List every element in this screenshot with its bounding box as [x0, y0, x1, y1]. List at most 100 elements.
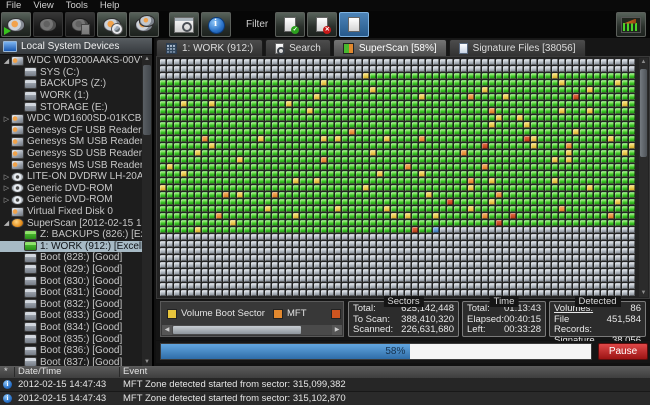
tree-item-boot-836-good[interactable]: Boot (836:) [Good]: [0, 345, 142, 357]
scan-cell: [384, 199, 390, 205]
scroll-thumb[interactable]: [173, 326, 301, 334]
log-row[interactable]: i2012-02-15 14:47:43MFT Zone detected st…: [0, 392, 650, 405]
statistics-button[interactable]: [616, 12, 646, 37]
scan-map[interactable]: [160, 59, 636, 297]
tree-item-boot-834-good[interactable]: Boot (834:) [Good]: [0, 322, 142, 334]
tree-item-z-backups-826-excell[interactable]: Z: BACKUPS (826:) [Excell...: [0, 229, 142, 241]
scan-cell: [160, 108, 166, 114]
tree-item-genesys-sm-usb-reader[interactable]: Genesys SM USB Reader: [0, 136, 142, 148]
scan-cell: [300, 192, 306, 198]
tab-search[interactable]: Search: [265, 39, 331, 56]
scan-cell: [524, 276, 530, 282]
menu-file[interactable]: File: [0, 0, 27, 11]
scan-cell: [237, 220, 243, 226]
scroll-left-icon[interactable]: ◀: [162, 325, 172, 335]
scan-cell: [223, 108, 229, 114]
scroll-thumb[interactable]: [143, 65, 151, 135]
menu-help[interactable]: Help: [94, 0, 126, 11]
tree-item-virtual-fixed-disk-0[interactable]: Virtual Fixed Disk 0: [0, 206, 142, 218]
tree-item-genesys-sd-usb-reader[interactable]: Genesys SD USB Reader: [0, 148, 142, 160]
tree-item-generic-dvd-rom[interactable]: ▷Generic DVD-ROM: [0, 183, 142, 195]
tree-item-boot-832-good[interactable]: Boot (832:) [Good]: [0, 298, 142, 310]
superscan-button[interactable]: [97, 12, 127, 37]
scan-cell: [608, 192, 614, 198]
tree-item-boot-829-good[interactable]: Boot (829:) [Good]: [0, 264, 142, 276]
scroll-up-icon[interactable]: ▲: [639, 58, 648, 66]
legend-scrollbar[interactable]: ◀ ▶: [162, 325, 342, 335]
menu-view[interactable]: View: [27, 0, 59, 11]
tree-item-boot-830-good[interactable]: Boot (830:) [Good]: [0, 275, 142, 287]
expanded-expander-icon[interactable]: ◢: [2, 219, 11, 227]
scan-cell: [223, 283, 229, 289]
tree-item-storage-e[interactable]: STORAGE (E:): [0, 101, 142, 113]
tree-item-genesys-cf-usb-reader[interactable]: Genesys CF USB Reader: [0, 125, 142, 137]
filter-all-button[interactable]: [339, 12, 369, 37]
scroll-right-icon[interactable]: ▶: [332, 325, 342, 335]
disk-image-button[interactable]: [33, 12, 63, 37]
tree-item-1-work-912-excellent[interactable]: 1: WORK (912:) [Excellent]: [0, 241, 142, 253]
tree-item-boot-833-good[interactable]: Boot (833:) [Good]: [0, 310, 142, 322]
scan-cell: [538, 171, 544, 177]
device-tree-scrollbar[interactable]: ▲ ▼: [142, 55, 152, 366]
scan-cell: [475, 234, 481, 240]
collapsed-expander-icon[interactable]: ▷: [2, 184, 11, 192]
disk-export-button[interactable]: [65, 12, 95, 37]
filter-include-button[interactable]: ✓: [275, 12, 305, 37]
tree-item-boot-837-good[interactable]: Boot (837:) [Good]: [0, 356, 142, 366]
tree-item-sys-c[interactable]: SYS (C:): [0, 67, 142, 79]
scan-cell: [349, 129, 355, 135]
scan-cell: [398, 227, 404, 233]
menu-tools[interactable]: Tools: [60, 0, 94, 11]
scan-cell: [237, 178, 243, 184]
tree-item-label: Genesys SM USB Reader: [27, 136, 142, 147]
scroll-down-icon[interactable]: ▼: [639, 289, 648, 297]
tab-1-work-912[interactable]: 1: WORK (912:): [156, 39, 263, 56]
scroll-thumb[interactable]: [640, 69, 647, 157]
scan-cell: [349, 94, 355, 100]
scan-cell: [244, 108, 250, 114]
scan-map-scrollbar[interactable]: ▲ ▼: [639, 58, 648, 297]
tree-item-backups-z[interactable]: BACKUPS (Z:): [0, 78, 142, 90]
tree-item-boot-835-good[interactable]: Boot (835:) [Good]: [0, 333, 142, 345]
tree-item-superscan-2012-02-15-13-59[interactable]: ◢SuperScan [2012-02-15 13:59...: [0, 217, 142, 229]
tree-item-lite-on-dvdrw-lh-20a1s[interactable]: ▷LITE-ON DVDRW LH-20A1S: [0, 171, 142, 183]
tree-item-work-1[interactable]: WORK (1:): [0, 90, 142, 102]
scan-cell: [181, 108, 187, 114]
log-row[interactable]: i2012-02-15 14:47:43MFT Zone detected st…: [0, 378, 650, 392]
pause-button[interactable]: Pause: [598, 343, 648, 360]
preview-button[interactable]: [169, 12, 199, 37]
tree-item-wdc-wd3200aaks-00vya0[interactable]: ◢WDC WD3200AAKS-00VYA0: [0, 55, 142, 67]
scan-cell: [573, 262, 579, 268]
tree-item-generic-dvd-rom[interactable]: ▷Generic DVD-ROM: [0, 194, 142, 206]
tree-item-boot-828-good[interactable]: Boot (828:) [Good]: [0, 252, 142, 264]
scan-cell: [503, 87, 509, 93]
log-column-icon[interactable]: *: [4, 366, 8, 378]
expanded-expander-icon[interactable]: ◢: [2, 57, 11, 65]
collapsed-expander-icon[interactable]: ▷: [2, 196, 11, 204]
log-event: MFT Zone detected started from sector: 3…: [123, 392, 346, 405]
info-button[interactable]: [201, 12, 231, 37]
collapsed-expander-icon[interactable]: ▷: [2, 173, 11, 181]
scan-cell: [230, 255, 236, 261]
open-disk-button[interactable]: [1, 12, 31, 37]
log-column-event[interactable]: Event: [123, 366, 147, 378]
open-all-disks-button[interactable]: [129, 12, 159, 37]
tab-signature-files-38056[interactable]: Signature Files [38056]: [449, 39, 586, 56]
tree-item-wdc-wd1600sd-01kcb0[interactable]: ▷WDC WD1600SD-01KCB0: [0, 113, 142, 125]
scan-cell: [398, 262, 404, 268]
tree-item-boot-831-good[interactable]: Boot (831:) [Good]: [0, 287, 142, 299]
collapsed-expander-icon[interactable]: ▷: [2, 115, 11, 123]
log-column-datetime[interactable]: Date/Time: [18, 366, 61, 378]
scan-cell: [286, 241, 292, 247]
scan-cell: [503, 80, 509, 86]
group-title-sectors: Sectors: [383, 296, 423, 307]
scan-cell: [314, 276, 320, 282]
tree-item-genesys-ms-usb-reader[interactable]: Genesys MS USB Reader: [0, 159, 142, 171]
scroll-down-icon[interactable]: ▼: [142, 358, 152, 366]
tab-superscan-58[interactable]: SuperScan [58%]: [333, 39, 447, 56]
scan-cell: [447, 136, 453, 142]
scroll-up-icon[interactable]: ▲: [142, 55, 152, 63]
scan-cell: [363, 206, 369, 212]
filter-exclude-button[interactable]: ✕: [307, 12, 337, 37]
scan-cell: [531, 199, 537, 205]
